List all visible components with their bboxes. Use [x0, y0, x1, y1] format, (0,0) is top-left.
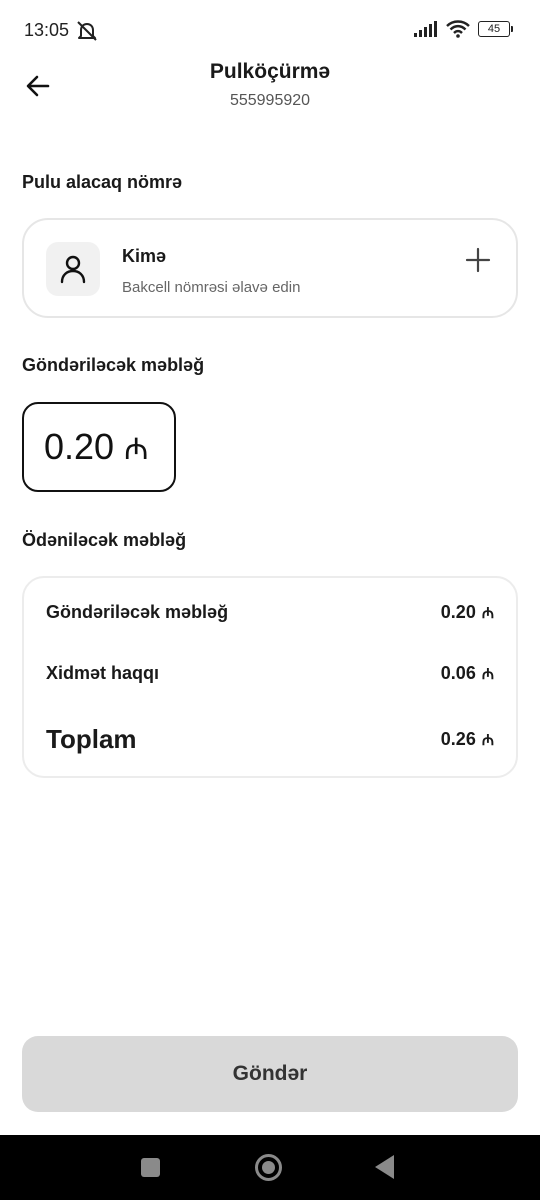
wifi-icon	[446, 20, 470, 38]
summary-row-amount: 0.20	[440, 602, 476, 622]
summary-row-label: Göndəriləcək məbləğ	[46, 602, 229, 622]
summary-section-label: Ödəniləcək məbləğ	[22, 530, 187, 550]
battery-icon: 45	[478, 21, 513, 37]
status-time: 13:05	[24, 20, 70, 40]
send-button[interactable]: Göndər	[22, 1036, 518, 1112]
battery-level: 45	[487, 23, 501, 35]
amount-input[interactable]: 0.20 ₼	[22, 402, 176, 492]
nav-recents-icon[interactable]	[141, 1158, 160, 1177]
system-nav-bar	[0, 1135, 540, 1200]
summary-row-amount: 0.06	[440, 663, 476, 683]
status-bar: 13:05 45	[0, 0, 540, 60]
summary-row-value: 0.06 ₼	[441, 663, 494, 684]
add-recipient-button[interactable]	[462, 244, 494, 276]
nav-back-icon[interactable]	[375, 1155, 394, 1179]
recipient-picker[interactable]: Kimə Bakcell nömrəsi əlavə edin	[22, 218, 518, 318]
recipient-section-label: Pulu alacaq nömrə	[22, 172, 183, 192]
summary-row-total: Toplam 0.26 ₼	[46, 724, 494, 755]
summary-card: Göndəriləcək məbləğ 0.20 ₼ Xidmət haqqı 0…	[22, 576, 518, 778]
summary-row-currency: ₼	[481, 666, 494, 683]
dnd-bell-icon	[77, 21, 97, 41]
header: Pulköçürmə 555995920	[0, 58, 540, 118]
summary-row-value: 0.26 ₼	[441, 729, 494, 750]
signal-icon	[414, 21, 437, 37]
summary-row-currency: ₼	[481, 732, 494, 749]
person-icon	[60, 255, 86, 284]
summary-row-send-amount: Göndəriləcək məbləğ 0.20 ₼	[46, 602, 494, 623]
avatar	[46, 242, 100, 296]
page-subtitle: 555995920	[229, 92, 311, 109]
summary-row-label: Xidmət haqqı	[46, 663, 160, 683]
summary-row-service-fee: Xidmət haqqı 0.06 ₼	[46, 663, 494, 684]
summary-row-amount: 0.26	[440, 729, 476, 749]
nav-home-icon[interactable]	[255, 1154, 282, 1181]
page-title: Pulköçürmə	[209, 60, 331, 83]
summary-row-value: 0.20 ₼	[441, 602, 494, 623]
summary-row-currency: ₼	[481, 605, 494, 622]
amount-value: 0.20	[44, 426, 115, 467]
amount-section-label: Göndəriləcək məbləğ	[22, 355, 205, 375]
amount-currency: ₼	[124, 432, 149, 466]
status-icons: 45	[414, 20, 513, 38]
plus-icon	[465, 247, 491, 273]
recipient-title: Kimə	[122, 246, 167, 266]
recipient-hint: Bakcell nömrəsi əlavə edin	[122, 279, 301, 296]
summary-row-label: Toplam	[46, 724, 137, 754]
